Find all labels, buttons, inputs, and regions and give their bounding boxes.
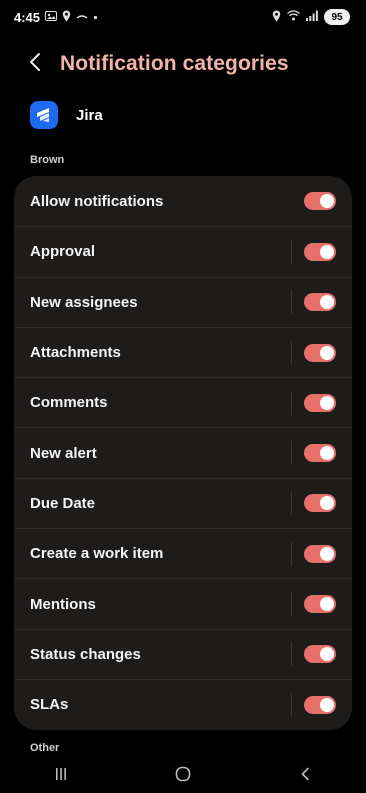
toggle-switch[interactable] <box>304 695 336 714</box>
back-icon <box>300 767 310 786</box>
cloud-icon <box>76 11 88 23</box>
setting-row[interactable]: Due Date <box>14 477 352 528</box>
row-divider <box>291 642 292 667</box>
setting-label: SLAs <box>30 696 69 714</box>
status-time: 4:45 <box>14 9 41 25</box>
toggle-knob <box>320 597 334 612</box>
back-nav-button[interactable] <box>275 762 335 792</box>
setting-row[interactable]: Create a work item <box>14 528 352 578</box>
gallery-icon <box>45 10 58 24</box>
setting-row[interactable]: New assignees <box>14 276 352 327</box>
page-title: Notification categories <box>60 52 289 75</box>
row-divider <box>291 390 292 415</box>
setting-row[interactable]: Attachments <box>14 326 352 377</box>
row-divider <box>291 239 292 264</box>
signal-icon <box>306 10 318 24</box>
toggle-knob <box>320 295 334 310</box>
setting-row[interactable]: New alert <box>14 427 352 477</box>
setting-row[interactable]: Mentions <box>14 578 352 628</box>
app-info-row: Jira <box>30 100 103 130</box>
location-icon <box>272 10 281 25</box>
setting-label: Comments <box>30 394 108 412</box>
toggle-switch[interactable] <box>304 242 336 261</box>
jira-icon <box>30 101 58 129</box>
toggle-knob <box>320 446 334 461</box>
section-label-brown: Brown <box>30 154 65 166</box>
dot-icon <box>93 11 98 23</box>
status-bar: 4:45 95 <box>0 0 366 34</box>
setting-label: Mentions <box>30 595 96 613</box>
recents-button[interactable] <box>31 762 91 792</box>
setting-label: Create a work item <box>30 545 164 563</box>
row-divider <box>291 441 292 466</box>
row-divider <box>291 541 292 566</box>
recents-icon <box>54 767 68 786</box>
toggle-knob <box>320 194 334 209</box>
chevron-left-icon <box>29 52 41 77</box>
status-left: 4:45 <box>14 10 98 25</box>
toggle-switch[interactable] <box>304 645 336 664</box>
row-divider <box>291 592 292 617</box>
toggle-switch[interactable] <box>304 494 336 513</box>
setting-row[interactable]: Approval <box>14 226 352 276</box>
battery-indicator: 95 <box>324 9 350 25</box>
setting-row[interactable]: Comments <box>14 377 352 427</box>
setting-label: New alert <box>30 444 97 462</box>
section-label-other: Other <box>30 742 60 754</box>
toggle-knob <box>320 244 334 259</box>
home-button[interactable] <box>153 762 213 792</box>
setting-row[interactable]: Status changes <box>14 628 352 679</box>
status-right: 95 <box>272 9 350 25</box>
toggle-knob <box>320 647 334 662</box>
setting-label: Due Date <box>30 494 96 512</box>
wifi-icon <box>287 10 300 24</box>
setting-label: Attachments <box>30 344 121 362</box>
setting-label: Allow notifications <box>30 192 164 210</box>
row-divider <box>291 491 292 516</box>
setting-row[interactable]: Allow notifications <box>14 176 352 226</box>
toggle-switch[interactable] <box>304 393 336 412</box>
home-icon <box>175 766 191 787</box>
setting-label: Status changes <box>30 645 141 663</box>
toggle-switch[interactable] <box>304 192 336 211</box>
navigation-bar <box>0 760 366 793</box>
toggle-switch[interactable] <box>304 595 336 614</box>
toggle-switch[interactable] <box>304 343 336 362</box>
toggle-switch[interactable] <box>304 293 336 312</box>
row-divider <box>291 692 292 717</box>
app-name: Jira <box>76 106 103 124</box>
toggle-switch[interactable] <box>304 544 336 563</box>
setting-row[interactable]: SLAs <box>14 678 352 729</box>
setting-label: Approval <box>30 243 96 261</box>
app-header: Notification categories <box>0 46 366 82</box>
toggle-knob <box>320 546 334 561</box>
toggle-knob <box>320 395 334 410</box>
toggle-knob <box>320 697 334 712</box>
location-icon <box>62 10 71 25</box>
toggle-switch[interactable] <box>304 444 336 463</box>
categories-card: Allow notifications Approval New assignees… <box>14 176 352 730</box>
back-button[interactable] <box>24 52 46 77</box>
row-divider <box>291 340 292 365</box>
setting-label: New assignees <box>30 293 138 311</box>
toggle-knob <box>320 496 334 511</box>
row-divider <box>291 290 292 315</box>
toggle-knob <box>320 345 334 360</box>
